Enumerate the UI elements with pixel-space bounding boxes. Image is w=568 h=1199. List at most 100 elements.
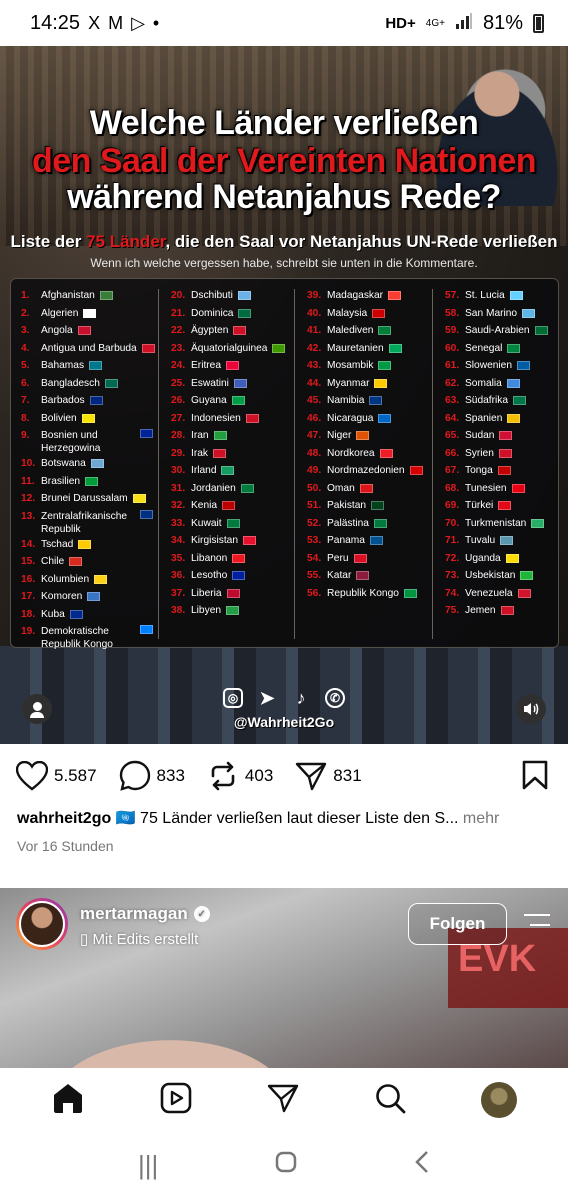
search-tab[interactable] xyxy=(374,1082,406,1119)
repost-icon xyxy=(211,761,235,791)
country-name: Irak xyxy=(191,447,208,459)
system-navigation: ||| xyxy=(0,1132,568,1199)
country-number: 58. xyxy=(445,307,460,319)
country-row: 33. Kuwait xyxy=(171,515,289,533)
country-name: Jordanien xyxy=(191,482,236,494)
flag-icon xyxy=(245,413,259,423)
share-action[interactable]: 831 xyxy=(295,760,362,792)
country-number: 8. xyxy=(21,412,30,424)
back-button[interactable] xyxy=(414,1150,430,1181)
country-name: Libyen xyxy=(191,605,222,617)
hd-voice-icon: HD+ xyxy=(385,14,416,32)
country-row: 38. Libyen xyxy=(171,602,289,620)
country-row: 42. Mauretanien xyxy=(307,340,429,358)
country-number: 63. xyxy=(445,395,460,407)
country-row: 72. Uganda xyxy=(445,550,557,568)
social-icons: ◎ ➤ ♪ ✆ xyxy=(0,688,568,708)
home-tab[interactable] xyxy=(51,1082,85,1119)
country-name: Irland xyxy=(191,465,217,477)
follow-button[interactable]: Folgen xyxy=(408,903,507,945)
more-options-icon[interactable] xyxy=(522,914,550,934)
country-row: 49. Nordmazedonien xyxy=(307,462,429,480)
like-action[interactable]: 5.587 xyxy=(16,761,97,791)
country-number: 25. xyxy=(171,377,186,389)
next-post-username[interactable]: mertarmagan xyxy=(80,904,188,924)
flag-icon xyxy=(507,413,521,423)
flag-icon xyxy=(356,431,370,441)
country-name: Mosambik xyxy=(327,360,374,372)
headline-line-2: den Saal der Vereinten Nationen xyxy=(31,142,537,180)
country-number: 40. xyxy=(307,307,322,319)
home-button[interactable] xyxy=(274,1150,298,1181)
country-number: 3. xyxy=(21,325,30,337)
post-image[interactable]: Welche Länder verließen den Saal der Ver… xyxy=(0,46,568,744)
comment-action[interactable]: 833 xyxy=(119,760,185,792)
flag-icon xyxy=(226,606,240,616)
flag-icon xyxy=(237,291,251,301)
flag-icon xyxy=(371,501,385,511)
country-row: 55. Katar xyxy=(307,567,429,585)
country-number: 23. xyxy=(171,342,186,354)
headline-line-1: Welche Länder verließen xyxy=(89,104,479,142)
country-row: 57. St. Lucia xyxy=(445,287,557,305)
flag-icon xyxy=(372,308,386,318)
flag-icon xyxy=(500,536,514,546)
country-number: 31. xyxy=(171,482,186,494)
country-number: 10. xyxy=(21,458,36,470)
country-row: 56. Republik Kongo xyxy=(307,585,429,603)
play-icon: ▷ xyxy=(131,12,145,33)
flag-icon xyxy=(509,291,523,301)
sound-toggle-button[interactable] xyxy=(516,694,546,724)
repost-action[interactable]: 403 xyxy=(207,760,273,792)
flag-icon xyxy=(507,343,521,353)
country-name: Bahamas xyxy=(41,360,85,372)
avatar[interactable] xyxy=(16,898,68,950)
country-row: 32. Kenia xyxy=(171,497,289,515)
country-number: 43. xyxy=(307,360,322,372)
country-name: Palästina xyxy=(327,517,369,529)
verified-badge-icon: ✓ xyxy=(193,906,210,922)
country-name: Demokratische Republik Kongo xyxy=(41,626,113,650)
country-number: 67. xyxy=(445,465,460,477)
country-row: 44. Myanmar xyxy=(307,375,429,393)
flag-icon xyxy=(356,571,370,581)
next-post[interactable]: EVK mertarmagan ✓ ▯ Mit Edits erstellt F… xyxy=(0,888,568,1070)
reels-tab[interactable] xyxy=(160,1082,192,1119)
post-caption[interactable]: wahrheit2go 🇺🇳 75 Länder verließen laut … xyxy=(17,808,557,828)
country-name: Panama xyxy=(327,535,365,547)
country-name: Oman xyxy=(327,482,355,494)
country-number: 34. xyxy=(171,535,186,547)
country-name: Nordmazedonien xyxy=(327,465,405,477)
flag-icon xyxy=(513,396,527,406)
flag-icon xyxy=(374,378,388,388)
country-number: 61. xyxy=(445,360,460,372)
flag-icon xyxy=(373,518,387,528)
country-number: 30. xyxy=(171,465,186,477)
country-row: 53. Panama xyxy=(307,532,429,550)
country-name: Lesotho xyxy=(191,570,228,582)
recent-apps-button[interactable]: ||| xyxy=(138,1150,158,1181)
profile-tab-avatar[interactable] xyxy=(480,1082,517,1118)
country-name: Tunesien xyxy=(465,482,507,494)
next-post-username-row[interactable]: mertarmagan ✓ xyxy=(80,904,210,924)
country-number: 38. xyxy=(171,605,186,617)
country-number: 70. xyxy=(445,517,460,529)
country-number: 21. xyxy=(171,307,186,319)
network-type-icon: 4G+ xyxy=(425,17,445,29)
flag-icon xyxy=(353,553,367,563)
flag-icon xyxy=(226,518,240,528)
flag-icon xyxy=(99,291,113,301)
save-button[interactable] xyxy=(522,760,548,795)
country-number: 24. xyxy=(171,360,186,372)
caption-more-link[interactable]: mehr xyxy=(463,810,499,827)
country-number: 29. xyxy=(171,447,186,459)
country-number: 49. xyxy=(307,465,322,477)
country-number: 39. xyxy=(307,290,322,302)
country-name: Kuwait xyxy=(191,517,222,529)
caption-username[interactable]: wahrheit2go xyxy=(17,810,111,827)
country-row: 20. Dschibuti xyxy=(171,287,289,305)
country-number: 72. xyxy=(445,552,460,564)
country-number: 28. xyxy=(171,430,186,442)
country-row: 14. Tschad xyxy=(21,536,153,554)
messages-tab[interactable] xyxy=(267,1082,299,1119)
